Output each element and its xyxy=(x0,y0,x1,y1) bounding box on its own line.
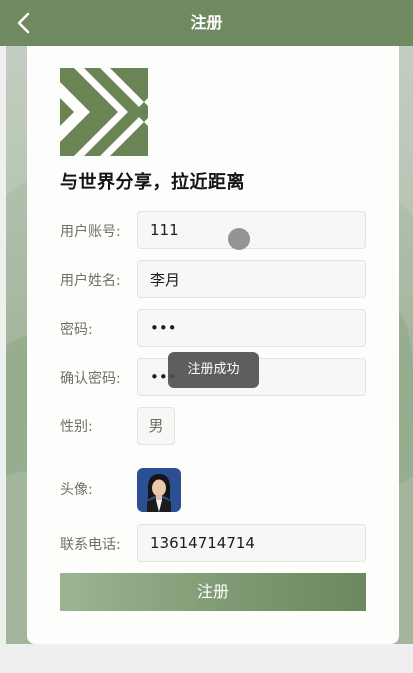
brand-logo xyxy=(60,68,148,156)
account-label: 用户账号: xyxy=(60,224,121,240)
register-button[interactable]: 注册 xyxy=(60,573,366,611)
password-input[interactable] xyxy=(137,309,366,347)
toast-message: 注册成功 xyxy=(168,352,259,388)
name-label: 用户姓名: xyxy=(60,273,121,289)
password-label: 密码: xyxy=(60,322,93,338)
header-bar: 注册 xyxy=(0,0,413,46)
confirm-password-label: 确认密码: xyxy=(60,371,121,387)
phone-label: 联系电话: xyxy=(60,537,121,553)
avatar-photo-icon xyxy=(137,468,181,512)
name-input[interactable] xyxy=(137,260,366,298)
avatar[interactable] xyxy=(137,468,181,512)
bottom-area xyxy=(0,644,413,673)
touch-cursor xyxy=(228,228,250,250)
page-title: 注册 xyxy=(190,13,223,32)
register-card: 与世界分享，拉近距离 用户账号: 用户姓名: 密码: 确认密码: 性别: 男 头… xyxy=(27,46,399,644)
avatar-label: 头像: xyxy=(60,482,93,498)
phone-input[interactable] xyxy=(137,524,366,562)
gender-selector[interactable]: 男 xyxy=(137,407,175,445)
account-input[interactable] xyxy=(137,211,366,249)
tagline: 与世界分享，拉近距离 xyxy=(60,172,245,193)
gender-label: 性别: xyxy=(60,419,93,435)
